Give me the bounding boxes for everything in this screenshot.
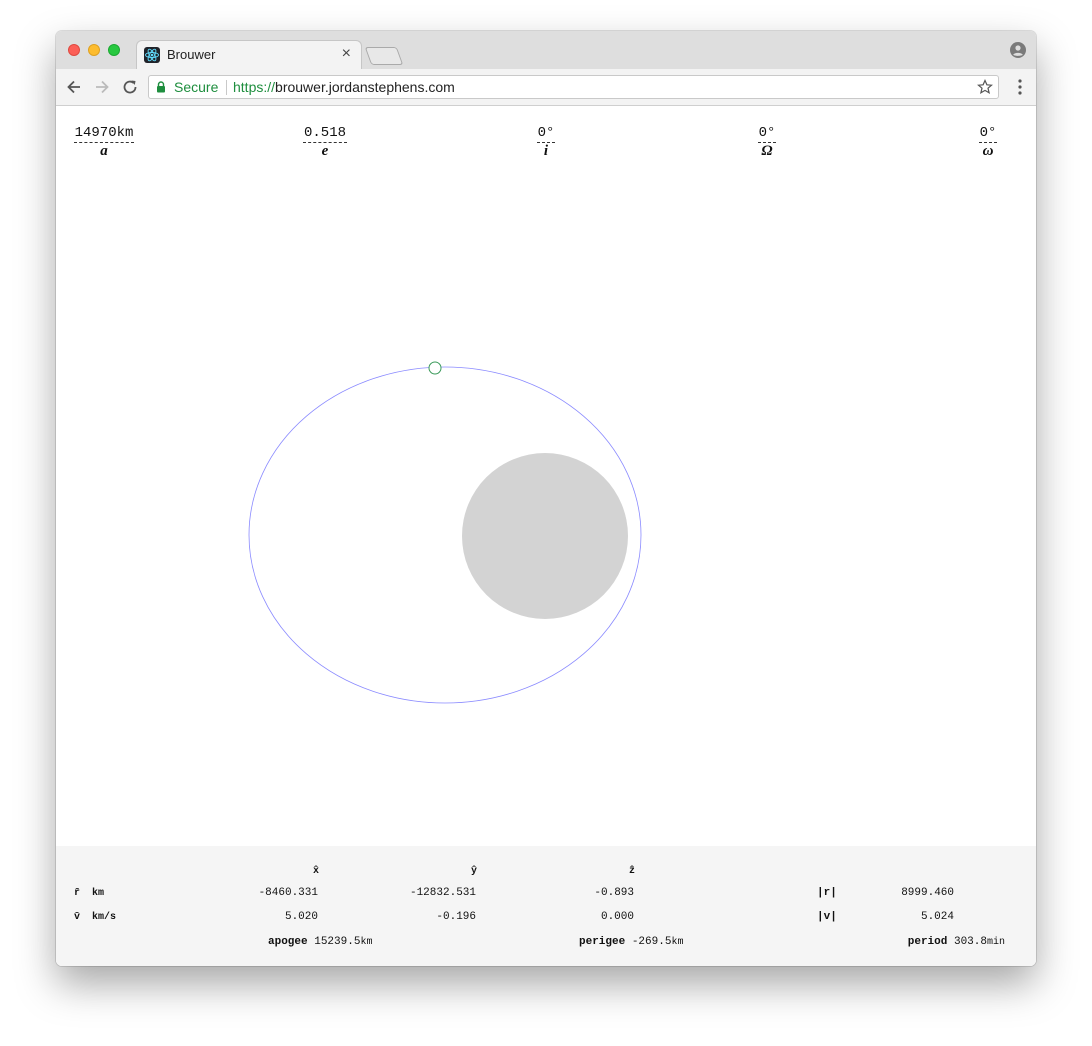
close-window-button[interactable] <box>68 44 80 56</box>
velocity-magnitude: 5.024 <box>920 911 954 923</box>
apogee-value: 15239.5 <box>314 936 361 948</box>
reload-icon[interactable] <box>121 78 139 96</box>
forward-arrow-icon[interactable] <box>93 78 111 96</box>
velocity-magnitude-label: |v| <box>817 911 837 923</box>
position-unit: km <box>92 888 105 899</box>
url-host: brouwer.jordanstephens.com <box>275 79 455 95</box>
orbit-view[interactable] <box>56 106 1036 846</box>
period-unit: min <box>986 937 1005 948</box>
perigee-unit: km <box>671 937 684 948</box>
zoom-window-button[interactable] <box>108 44 120 56</box>
more-menu-icon[interactable] <box>1018 79 1022 95</box>
axis-x-header: x̂ <box>313 866 320 877</box>
minimize-window-button[interactable] <box>88 44 100 56</box>
state-vector-panel: x̂ ŷ ẑ r̄ km -8460.331 -12832.531 -0.893… <box>56 846 1036 966</box>
browser-window: Brouwer × Secure https://brouwer.jordans… <box>56 31 1036 966</box>
period-value: 303.8 <box>953 936 987 948</box>
apogee-label: apogee <box>268 936 308 948</box>
axis-y-header: ŷ <box>471 866 478 877</box>
planet-body <box>462 453 628 619</box>
tab-title: Brouwer <box>167 47 216 62</box>
bookmark-star-icon[interactable] <box>977 79 993 95</box>
velocity-z: 0.000 <box>600 911 634 923</box>
apogee-unit: km <box>360 937 373 948</box>
new-tab-button[interactable] <box>364 47 404 65</box>
url-scheme: https:// <box>233 79 276 95</box>
position-z: -0.893 <box>594 887 634 899</box>
url-text[interactable]: https://brouwer.jordanstephens.com <box>233 79 455 95</box>
velocity-x: 5.020 <box>284 911 318 923</box>
velocity-symbol: v̄ <box>74 912 81 923</box>
position-magnitude: 8999.460 <box>901 887 954 899</box>
react-atom-icon <box>144 47 160 63</box>
velocity-label: v̄ km/s <box>74 912 116 923</box>
satellite-marker[interactable] <box>428 361 442 375</box>
address-bar[interactable]: Secure https://brouwer.jordanstephens.co… <box>148 75 999 99</box>
position-magnitude-label: |r| <box>817 887 837 899</box>
lock-icon <box>157 81 165 93</box>
profile-icon[interactable] <box>1010 42 1026 58</box>
period-label: period <box>907 936 948 948</box>
title-bar: Brouwer × <box>56 31 1036 69</box>
tab-close-icon[interactable]: × <box>342 45 351 63</box>
perigee-value: -269.5 <box>631 936 672 948</box>
back-arrow-icon[interactable] <box>65 78 83 96</box>
browser-toolbar: Secure https://brouwer.jordanstephens.co… <box>56 69 1036 106</box>
secure-label: Secure <box>174 79 219 95</box>
browser-tab[interactable]: Brouwer × <box>136 40 362 69</box>
omnibox-divider <box>226 80 227 95</box>
apogee-readout: apogee 15239.5km <box>268 936 372 948</box>
position-label: r̄ km <box>74 888 104 899</box>
app-content: 14970km a 0.518 e 0° i 0° Ω 0° ω x̂ ŷ ẑ <box>56 106 1036 966</box>
period-readout: period 303.8min <box>908 936 1005 948</box>
axis-z-header: ẑ <box>629 866 636 877</box>
perigee-label: perigee <box>579 936 626 948</box>
velocity-unit: km/s <box>92 912 117 923</box>
perigee-readout: perigee -269.5km <box>579 936 683 948</box>
position-y: -12832.531 <box>409 887 476 899</box>
position-symbol: r̄ <box>74 888 81 899</box>
position-x: -8460.331 <box>258 887 318 899</box>
velocity-y: -0.196 <box>436 911 476 923</box>
